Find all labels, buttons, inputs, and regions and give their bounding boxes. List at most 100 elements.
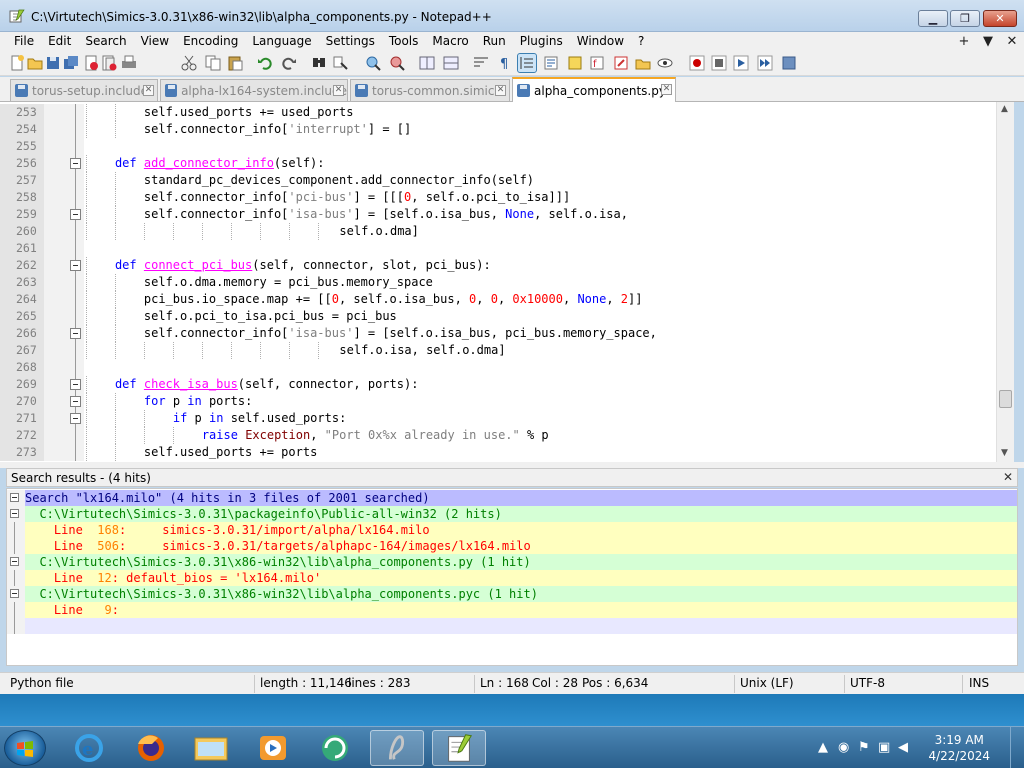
search-file-row[interactable]: C:\Virtutech\Simics-3.0.31\x86-win32\lib… bbox=[7, 554, 1017, 570]
menu-view[interactable]: View bbox=[134, 34, 176, 48]
code-line[interactable]: 257 standard_pc_devices_component.add_con… bbox=[0, 172, 996, 189]
code-line[interactable]: 271 if p in self.used_ports: bbox=[0, 410, 996, 427]
simics-app-icon[interactable] bbox=[370, 730, 424, 766]
search-file-row[interactable]: C:\Virtutech\Simics-3.0.31\packageinfo\P… bbox=[7, 506, 1017, 522]
collapse-toggle-icon[interactable] bbox=[10, 557, 19, 566]
folder-workspace-icon[interactable] bbox=[612, 54, 630, 72]
run-macro-multiple-icon[interactable] bbox=[756, 54, 774, 72]
start-button[interactable] bbox=[4, 730, 46, 766]
close-all-icon[interactable] bbox=[100, 54, 118, 72]
indent-guide-icon[interactable] bbox=[517, 53, 537, 73]
stop-macro-icon[interactable] bbox=[710, 54, 728, 72]
menu-window[interactable]: Window bbox=[570, 34, 631, 48]
save-all-icon[interactable] bbox=[62, 54, 80, 72]
scroll-down-icon[interactable]: ▼ bbox=[1001, 448, 1008, 458]
menu-run[interactable]: Run bbox=[476, 34, 513, 48]
fold-toggle[interactable] bbox=[44, 155, 84, 172]
search-hit-row[interactable]: Line 12: default_bios = 'lx164.milo' bbox=[7, 570, 1017, 586]
menu-edit[interactable]: Edit bbox=[41, 34, 78, 48]
menu-macro[interactable]: Macro bbox=[425, 34, 475, 48]
play-macro-icon[interactable] bbox=[732, 54, 750, 72]
show-hidden-icons-icon[interactable]: ▲ bbox=[818, 740, 828, 755]
replace-icon[interactable] bbox=[332, 54, 350, 72]
firefox-icon[interactable] bbox=[124, 730, 178, 766]
show-all-chars-icon[interactable]: ¶ bbox=[496, 54, 514, 72]
code-line[interactable]: 269 def check_isa_bus(self, connector, po… bbox=[0, 376, 996, 393]
volume-icon[interactable]: ◀ bbox=[898, 740, 908, 755]
search-empty-row[interactable] bbox=[7, 618, 1017, 634]
code-line[interactable]: 260 self.o.dma] bbox=[0, 223, 996, 240]
fold-toggle[interactable] bbox=[44, 376, 84, 393]
code-line[interactable]: 258 self.connector_info['pci-bus'] = [[[0… bbox=[0, 189, 996, 206]
word-wrap-icon[interactable] bbox=[472, 54, 490, 72]
undo-icon[interactable] bbox=[256, 54, 274, 72]
search-file-row[interactable]: C:\Virtutech\Simics-3.0.31\x86-win32\lib… bbox=[7, 586, 1017, 602]
scroll-up-icon[interactable]: ▲ bbox=[1001, 104, 1008, 114]
minimize-button[interactable]: ▁ bbox=[918, 10, 948, 27]
monitoring-icon[interactable] bbox=[656, 54, 674, 72]
code-line[interactable]: 259 self.connector_info['isa-bus'] = [sel… bbox=[0, 206, 996, 223]
collapse-toggle-icon[interactable] bbox=[10, 509, 19, 518]
copy-icon[interactable] bbox=[204, 54, 222, 72]
code-line[interactable]: 262 def connect_pci_bus(self, connector, … bbox=[0, 257, 996, 274]
internet-explorer-icon[interactable]: e bbox=[62, 730, 116, 766]
code-line[interactable]: 266 self.connector_info['isa-bus'] = [sel… bbox=[0, 325, 996, 342]
sync-horizontal-icon[interactable] bbox=[442, 54, 460, 72]
menu-settings[interactable]: Settings bbox=[319, 34, 382, 48]
menu-tools[interactable]: Tools bbox=[382, 34, 426, 48]
cut-icon[interactable] bbox=[180, 54, 198, 72]
udl-icon[interactable] bbox=[542, 54, 560, 72]
tab-close-icon[interactable]: ✕ bbox=[661, 84, 672, 95]
tab-alpha-lx164-system-include[interactable]: alpha-lx164-system.include ✕ bbox=[160, 79, 348, 101]
code-line[interactable]: 256 def add_connector_info(self): bbox=[0, 155, 996, 172]
fold-toggle[interactable] bbox=[44, 325, 84, 342]
search-hit-row[interactable]: Line 506: simics-3.0.31/targets/alphapc-… bbox=[7, 538, 1017, 554]
menu-file[interactable]: File bbox=[0, 34, 41, 48]
media-player-icon[interactable] bbox=[246, 730, 300, 766]
maximize-button[interactable]: ❐ bbox=[950, 10, 980, 27]
code-line[interactable]: 273 self.used_ports += ports bbox=[0, 444, 996, 461]
zoom-out-icon[interactable] bbox=[388, 54, 406, 72]
scroll-thumb[interactable] bbox=[999, 390, 1012, 408]
media-center-icon[interactable] bbox=[308, 730, 362, 766]
code-line[interactable]: 263 self.o.dma.memory = pci_bus.memory_sp… bbox=[0, 274, 996, 291]
search-query-row[interactable]: Search "lx164.milo" (4 hits in 3 files o… bbox=[7, 490, 1017, 506]
tab-torus-common-simics[interactable]: torus-common.simics ✕ bbox=[350, 79, 510, 101]
menu-encoding[interactable]: Encoding bbox=[176, 34, 245, 48]
code-line[interactable]: 265 self.o.pci_to_isa.pci_bus = pci_bus bbox=[0, 308, 996, 325]
save-macro-icon[interactable] bbox=[780, 54, 798, 72]
tab-torus-setup-include[interactable]: torus-setup.include ✕ bbox=[10, 79, 158, 101]
tab-close-icon[interactable]: ✕ bbox=[495, 85, 506, 96]
code-line[interactable]: 253 self.used_ports += used_ports bbox=[0, 104, 996, 121]
code-editor[interactable]: 253 self.used_ports += used_ports 254 self.… bbox=[0, 102, 1014, 462]
code-line[interactable]: 272 raise Exception, "Port 0x%x already i… bbox=[0, 427, 996, 444]
code-line[interactable]: 270 for p in ports: bbox=[0, 393, 996, 410]
search-hit-row[interactable]: Line 9: bbox=[7, 602, 1017, 618]
editor-vertical-scrollbar[interactable]: ▲ ▼ bbox=[996, 102, 1014, 462]
code-line[interactable]: 254 self.connector_info['interrupt'] = [] bbox=[0, 121, 996, 138]
open-file-icon[interactable] bbox=[26, 54, 44, 72]
code-line[interactable]: 264 pci_bus.io_space.map += [[0, self.o.i… bbox=[0, 291, 996, 308]
tab-close-icon[interactable]: ✕ bbox=[143, 85, 154, 96]
clock[interactable]: 3:19 AM 4/22/2024 bbox=[928, 732, 990, 764]
record-macro-icon[interactable] bbox=[688, 54, 706, 72]
display-icon[interactable]: ▣ bbox=[878, 740, 890, 755]
code-line[interactable]: 261 bbox=[0, 240, 996, 257]
search-results-close-icon[interactable]: ✕ bbox=[1003, 470, 1013, 484]
close-file-icon[interactable] bbox=[82, 54, 100, 72]
action-center-flag-icon[interactable]: ⚑ bbox=[858, 740, 870, 755]
show-desktop-button[interactable] bbox=[1010, 727, 1024, 768]
menu-search[interactable]: Search bbox=[78, 34, 133, 48]
menu-plugins[interactable]: Plugins bbox=[513, 34, 570, 48]
sync-vertical-icon[interactable] bbox=[418, 54, 436, 72]
new-file-icon[interactable] bbox=[8, 54, 26, 72]
code-line[interactable]: 268 bbox=[0, 359, 996, 376]
network-icon[interactable]: ◉ bbox=[838, 740, 849, 755]
save-icon[interactable] bbox=[44, 54, 62, 72]
menu-language[interactable]: Language bbox=[245, 34, 318, 48]
paste-icon[interactable] bbox=[226, 54, 244, 72]
redo-icon[interactable] bbox=[280, 54, 298, 72]
file-explorer-icon[interactable] bbox=[184, 730, 238, 766]
collapse-toggle-icon[interactable] bbox=[10, 589, 19, 598]
collapse-toggle-icon[interactable] bbox=[10, 493, 19, 502]
